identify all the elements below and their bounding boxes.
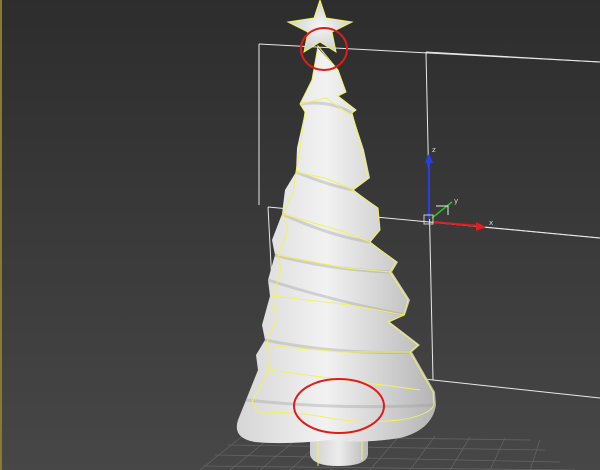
gizmo-z-label: z (432, 146, 436, 154)
viewport-canvas[interactable]: x y z (0, 0, 600, 470)
gizmo-x-label: x (489, 219, 493, 227)
gizmo-y-label: y (454, 197, 458, 205)
3d-viewport[interactable]: x y z (0, 0, 600, 470)
